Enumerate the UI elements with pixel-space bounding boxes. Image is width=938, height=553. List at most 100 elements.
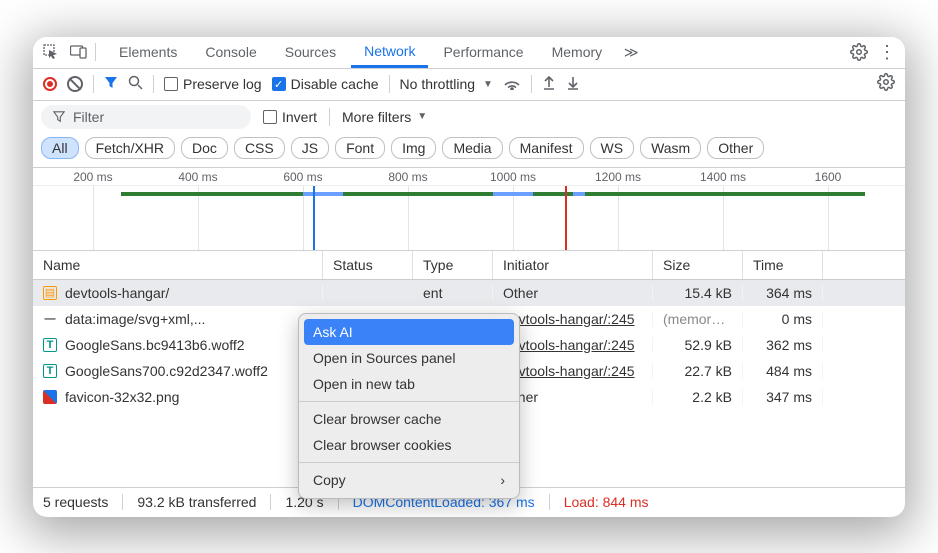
chip-all[interactable]: All — [41, 137, 79, 159]
table-header: NameStatusTypeInitiatorSizeTime — [33, 251, 905, 280]
domcontentloaded-marker — [313, 186, 315, 250]
request-name: favicon-32x32.png — [65, 389, 179, 405]
invert-checkbox[interactable]: Invert — [263, 109, 317, 125]
chip-fetchxhr[interactable]: Fetch/XHR — [85, 137, 175, 159]
image-icon — [43, 390, 57, 404]
request-name: devtools-hangar/ — [65, 285, 169, 301]
device-icon[interactable] — [67, 40, 91, 64]
menu-item-open-in-new-tab[interactable]: Open in new tab — [299, 371, 519, 397]
filter-toggle-icon[interactable] — [104, 76, 118, 93]
menu-separator — [299, 462, 519, 463]
clear-button[interactable] — [67, 76, 83, 92]
transferred-size: 93.2 kB transferred — [137, 494, 256, 510]
chip-manifest[interactable]: Manifest — [509, 137, 584, 159]
cell: 347 ms — [743, 389, 823, 405]
cell: 484 ms — [743, 363, 823, 379]
tick-label: 1400 ms — [700, 170, 746, 184]
tab-network[interactable]: Network — [351, 37, 428, 68]
chip-ws[interactable]: WS — [590, 137, 635, 159]
divider — [153, 75, 154, 93]
top-tab-strip: ElementsConsoleSourcesNetworkPerformance… — [33, 37, 905, 69]
preserve-log-label: Preserve log — [183, 76, 262, 92]
panel-settings-icon[interactable] — [877, 73, 895, 96]
invert-label: Invert — [282, 109, 317, 125]
column-header-type[interactable]: Type — [413, 251, 493, 279]
cell: (memory … — [653, 311, 743, 327]
throttling-select[interactable]: No throttling ▼ — [400, 76, 493, 92]
more-filters-button[interactable]: More filters▼ — [342, 109, 427, 125]
tick-label: 200 ms — [73, 170, 112, 184]
disable-cache-checkbox[interactable]: ✓ Disable cache — [272, 76, 379, 92]
gear-icon[interactable] — [847, 40, 871, 64]
chip-media[interactable]: Media — [442, 137, 502, 159]
kebab-icon[interactable]: ⋮ — [875, 40, 899, 64]
cell: 2.2 kB — [653, 389, 743, 405]
font-icon: T — [43, 364, 57, 378]
load-time: Load: 844 ms — [564, 494, 649, 510]
cell: 0 ms — [743, 311, 823, 327]
tab-performance[interactable]: Performance — [430, 37, 536, 68]
chip-other[interactable]: Other — [707, 137, 764, 159]
divider — [389, 75, 390, 93]
record-button[interactable] — [43, 77, 57, 91]
table-row[interactable]: ▤ devtools-hangar/entOther15.4 kB364 ms — [33, 280, 905, 306]
more-tabs-icon[interactable]: ≫ — [619, 40, 643, 64]
cell: 362 ms — [743, 337, 823, 353]
chip-img[interactable]: Img — [391, 137, 436, 159]
chip-wasm[interactable]: Wasm — [640, 137, 701, 159]
chip-js[interactable]: JS — [291, 137, 329, 159]
menu-item-copy[interactable]: Copy› — [299, 467, 519, 493]
timeline-overview[interactable]: 200 ms 400 ms 600 ms 800 ms 1000 ms 1200 ms 14… — [33, 167, 905, 251]
column-header-initiator[interactable]: Initiator — [493, 251, 653, 279]
request-name: data:image/svg+xml,... — [65, 311, 205, 327]
network-conditions-icon[interactable] — [503, 76, 521, 93]
tick-label: 800 ms — [388, 170, 427, 184]
divider — [531, 75, 532, 93]
tick-label: 1200 ms — [595, 170, 641, 184]
cell: 15.4 kB — [653, 285, 743, 301]
devtools-window: ElementsConsoleSourcesNetworkPerformance… — [33, 37, 905, 517]
column-header-size[interactable]: Size — [653, 251, 743, 279]
tick-label: 600 ms — [283, 170, 322, 184]
timeline-ticks: 200 ms 400 ms 600 ms 800 ms 1000 ms 1200 ms 14… — [33, 168, 905, 186]
tab-elements[interactable]: Elements — [106, 37, 190, 68]
search-icon[interactable] — [128, 75, 143, 93]
tab-console[interactable]: Console — [192, 37, 269, 68]
request-name: GoogleSans700.c92d2347.woff2 — [65, 363, 268, 379]
cell: ent — [413, 285, 493, 301]
column-header-name[interactable]: Name — [33, 251, 323, 279]
column-header-time[interactable]: Time — [743, 251, 823, 279]
panel-tabs: ElementsConsoleSourcesNetworkPerformance… — [106, 37, 615, 68]
preserve-log-checkbox[interactable]: Preserve log — [164, 76, 262, 92]
tab-sources[interactable]: Sources — [272, 37, 349, 68]
load-marker — [565, 186, 567, 250]
chip-css[interactable]: CSS — [234, 137, 285, 159]
tick-label: 400 ms — [178, 170, 217, 184]
tab-memory[interactable]: Memory — [539, 37, 616, 68]
type-filter-chips: All Fetch/XHR Doc CSS JS Font Img Media Manifest… — [33, 133, 905, 167]
document-icon: ▤ — [43, 286, 57, 300]
inspect-icon[interactable] — [39, 40, 63, 64]
chip-doc[interactable]: Doc — [181, 137, 228, 159]
download-har-icon[interactable] — [566, 75, 580, 94]
upload-har-icon[interactable] — [542, 75, 556, 94]
tick-label: 1000 ms — [490, 170, 536, 184]
menu-separator — [299, 401, 519, 402]
data-uri-icon: — — [43, 312, 57, 326]
menu-item-clear-browser-cache[interactable]: Clear browser cache — [299, 406, 519, 432]
menu-item-clear-browser-cookies[interactable]: Clear browser cookies — [299, 432, 519, 458]
font-icon: T — [43, 338, 57, 352]
cell: 52.9 kB — [653, 337, 743, 353]
chip-font[interactable]: Font — [335, 137, 385, 159]
column-header-status[interactable]: Status — [323, 251, 413, 279]
requests-count: 5 requests — [43, 494, 108, 510]
filter-bar: Filter Invert More filters▼ — [33, 101, 905, 133]
menu-item-open-in-sources-panel[interactable]: Open in Sources panel — [299, 345, 519, 371]
divider — [93, 75, 94, 93]
filter-input[interactable]: Filter — [41, 105, 251, 129]
initiator-cell: Other — [493, 285, 653, 301]
divider — [95, 43, 96, 61]
cell: 364 ms — [743, 285, 823, 301]
tick-label: 1600 — [815, 170, 842, 184]
menu-item-ask-ai[interactable]: Ask AI — [304, 319, 514, 345]
